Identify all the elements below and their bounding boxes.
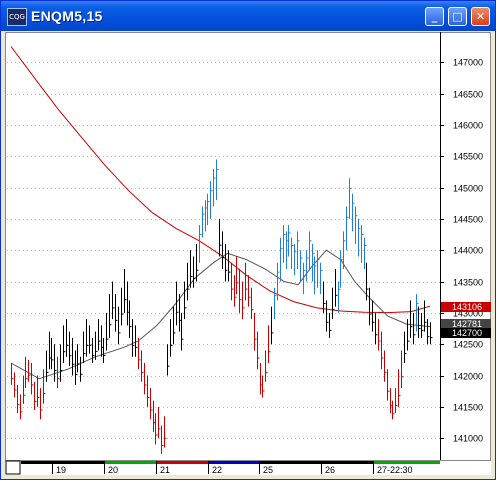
scroll-box [5, 460, 21, 475]
cqg-app-icon[interactable]: CQG [7, 8, 27, 26]
price-tick-label: 142500 [453, 340, 483, 350]
minimize-button[interactable]: _ [425, 7, 444, 26]
time-tick-label: 20 [108, 465, 118, 475]
grid-lines [5, 32, 491, 461]
price-tick-label: 145500 [453, 152, 483, 162]
window-title: ENQM5,15 [31, 8, 103, 24]
plot-border [5, 32, 491, 461]
title-bar[interactable]: CQG ENQM5,15 _ □ ✕ [1, 1, 495, 31]
time-tick-label: 27-22:30 [377, 465, 413, 475]
price-axis: 147000 146500 146000 145500 145000 144500 1440… [440, 58, 483, 444]
maximize-button[interactable]: □ [448, 7, 467, 26]
time-segment-bar [156, 461, 208, 464]
price-tick-label: 145000 [453, 184, 483, 194]
last-value-tag-label: 143106 [452, 302, 482, 312]
moving-average-long [10, 46, 431, 314]
time-tick-label: 22 [212, 465, 222, 475]
price-tick-label: 144000 [453, 246, 483, 256]
price-tick-label: 146500 [453, 90, 483, 100]
price-tick-label: 143500 [453, 278, 483, 288]
ma_short-line [10, 249, 431, 380]
price-tick-label: 144500 [453, 215, 483, 225]
price-tick-label: 142000 [453, 372, 483, 382]
price-tick-label: 141000 [453, 434, 483, 444]
time-segment-bar [52, 461, 104, 464]
time-segment-bar [259, 461, 321, 464]
time-segment-bar [373, 461, 440, 464]
price-bars [11, 159, 433, 454]
time-segment-bar [21, 461, 52, 464]
price-tick-label: 141500 [453, 403, 483, 413]
close-icon: ✕ [475, 10, 486, 23]
time-tick-label: 26 [325, 465, 335, 475]
time-segment-bar [321, 461, 373, 464]
maximize-icon: □ [452, 10, 463, 23]
time-axis: 19 20 21 22 25 26 27-22:30 [5, 460, 440, 475]
last-value-tag-label: 142700 [452, 328, 482, 338]
time-tick-label: 21 [160, 465, 170, 475]
ma_long-line [10, 46, 431, 314]
time-segment-bar [208, 461, 259, 464]
last-value-tags: 143106142781142700 [441, 302, 491, 338]
moving-average-short [10, 249, 431, 380]
chart-area[interactable]: 147000 146500 146000 145500 145000 144500 1440… [5, 32, 491, 475]
price-tick-label: 147000 [453, 58, 483, 68]
minimize-icon: _ [431, 10, 438, 23]
price-chart[interactable]: 147000 146500 146000 145500 145000 144500 1440… [5, 32, 491, 475]
time-tick-label: 19 [56, 465, 66, 475]
chart-window: CQG ENQM5,15 _ □ ✕ 147000 146500 146000 145… [0, 0, 496, 480]
time-tick-label: 25 [263, 465, 273, 475]
price-tick-label: 146000 [453, 121, 483, 131]
close-button[interactable]: ✕ [471, 7, 490, 26]
time-segment-bar [104, 461, 156, 464]
